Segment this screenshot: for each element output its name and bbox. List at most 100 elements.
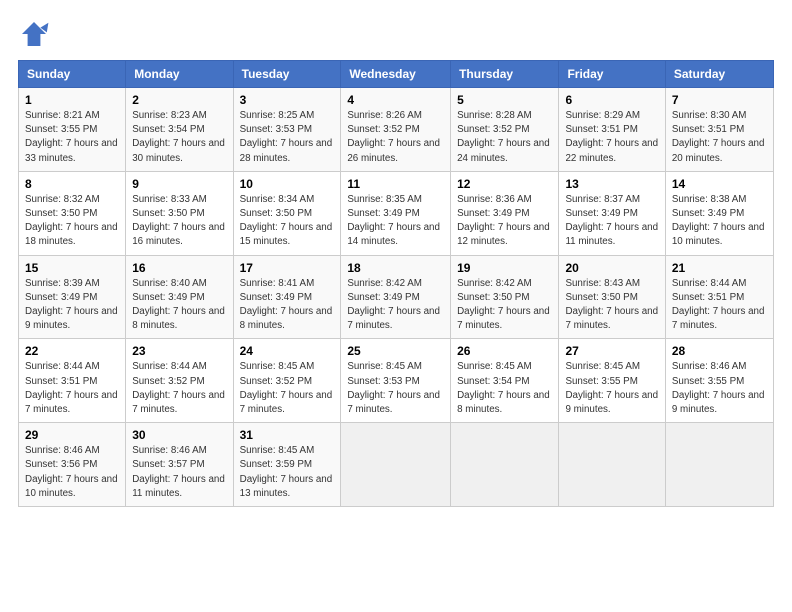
calendar-cell: 12Sunrise: 8:36 AMSunset: 3:49 PMDayligh… bbox=[451, 171, 559, 255]
calendar-cell: 5Sunrise: 8:28 AMSunset: 3:52 PMDaylight… bbox=[451, 88, 559, 172]
calendar-cell: 13 Sunrise: 8:37 AMSunset: 3:49 PMDayligh… bbox=[559, 171, 665, 255]
day-detail: Sunrise: 8:41 AMSunset: 3:49 PMDaylight:… bbox=[240, 278, 333, 332]
day-number: 26 bbox=[457, 344, 552, 358]
calendar-cell: 22 Sunrise: 8:44 AMSunset: 3:51 PMDayligh… bbox=[19, 339, 126, 423]
day-number: 15 bbox=[25, 261, 119, 275]
weekday-monday: Monday bbox=[126, 61, 233, 88]
day-number: 22 bbox=[25, 344, 119, 358]
calendar-cell: 8 Sunrise: 8:32 AMSunset: 3:50 PMDaylight… bbox=[19, 171, 126, 255]
day-number: 25 bbox=[347, 344, 444, 358]
day-number: 18 bbox=[347, 261, 444, 275]
day-detail: Sunrise: 8:26 AMSunset: 3:52 PMDaylight:… bbox=[347, 110, 440, 164]
calendar-cell: 7Sunrise: 8:30 AMSunset: 3:51 PMDaylight… bbox=[665, 88, 773, 172]
day-number: 11 bbox=[347, 177, 444, 191]
calendar-cell: 21 Sunrise: 8:44 AMSunset: 3:51 PMDayligh… bbox=[665, 255, 773, 339]
calendar-cell: 4 Sunrise: 8:26 AMSunset: 3:52 PMDaylight… bbox=[341, 88, 451, 172]
calendar-cell: 24 Sunrise: 8:45 AMSunset: 3:52 PMDayligh… bbox=[233, 339, 341, 423]
weekday-header-row: SundayMondayTuesdayWednesdayThursdayFrid… bbox=[19, 61, 774, 88]
day-number: 23 bbox=[132, 344, 226, 358]
calendar-cell: 26 Sunrise: 8:45 AMSunset: 3:54 PMDayligh… bbox=[451, 339, 559, 423]
day-number: 20 bbox=[565, 261, 658, 275]
weekday-thursday: Thursday bbox=[451, 61, 559, 88]
calendar-cell: 2 Sunrise: 8:23 AMSunset: 3:54 PMDaylight… bbox=[126, 88, 233, 172]
day-detail: Sunrise: 8:38 AMSunset: 3:49 PMDaylight:… bbox=[672, 194, 765, 248]
day-number: 16 bbox=[132, 261, 226, 275]
day-number: 9 bbox=[132, 177, 226, 191]
calendar-cell: 15 Sunrise: 8:39 AMSunset: 3:49 PMDayligh… bbox=[19, 255, 126, 339]
day-detail: Sunrise: 8:44 AMSunset: 3:51 PMDaylight:… bbox=[672, 278, 765, 332]
weekday-saturday: Saturday bbox=[665, 61, 773, 88]
day-number: 12 bbox=[457, 177, 552, 191]
day-number: 2 bbox=[132, 93, 226, 107]
calendar-cell: 29 Sunrise: 8:46 AMSunset: 3:56 PMDayligh… bbox=[19, 423, 126, 507]
day-detail: Sunrise: 8:44 AMSunset: 3:52 PMDaylight:… bbox=[132, 361, 225, 415]
day-detail: Sunrise: 8:46 AMSunset: 3:55 PMDaylight:… bbox=[672, 361, 765, 415]
week-row-4: 22 Sunrise: 8:44 AMSunset: 3:51 PMDayligh… bbox=[19, 339, 774, 423]
week-row-5: 29 Sunrise: 8:46 AMSunset: 3:56 PMDayligh… bbox=[19, 423, 774, 507]
header bbox=[18, 18, 774, 50]
day-detail: Sunrise: 8:45 AMSunset: 3:52 PMDaylight:… bbox=[240, 361, 333, 415]
day-detail: Sunrise: 8:45 AMSunset: 3:59 PMDaylight:… bbox=[240, 445, 333, 499]
day-detail: Sunrise: 8:42 AMSunset: 3:50 PMDaylight:… bbox=[457, 278, 550, 332]
day-number: 14 bbox=[672, 177, 767, 191]
day-detail: Sunrise: 8:25 AMSunset: 3:53 PMDaylight:… bbox=[240, 110, 333, 164]
day-number: 19 bbox=[457, 261, 552, 275]
day-detail: Sunrise: 8:39 AMSunset: 3:49 PMDaylight:… bbox=[25, 278, 118, 332]
day-number: 29 bbox=[25, 428, 119, 442]
day-detail: Sunrise: 8:23 AMSunset: 3:54 PMDaylight:… bbox=[132, 110, 225, 164]
day-detail: Sunrise: 8:32 AMSunset: 3:50 PMDaylight:… bbox=[25, 194, 118, 248]
calendar-cell bbox=[341, 423, 451, 507]
calendar-cell: 10 Sunrise: 8:34 AMSunset: 3:50 PMDayligh… bbox=[233, 171, 341, 255]
week-row-3: 15 Sunrise: 8:39 AMSunset: 3:49 PMDayligh… bbox=[19, 255, 774, 339]
day-number: 31 bbox=[240, 428, 335, 442]
day-number: 21 bbox=[672, 261, 767, 275]
day-detail: Sunrise: 8:45 AMSunset: 3:55 PMDaylight:… bbox=[565, 361, 658, 415]
day-number: 30 bbox=[132, 428, 226, 442]
day-detail: Sunrise: 8:46 AMSunset: 3:56 PMDaylight:… bbox=[25, 445, 118, 499]
day-number: 17 bbox=[240, 261, 335, 275]
day-number: 7 bbox=[672, 93, 767, 107]
calendar-cell: 6Sunrise: 8:29 AMSunset: 3:51 PMDaylight… bbox=[559, 88, 665, 172]
day-number: 27 bbox=[565, 344, 658, 358]
calendar-cell: 28 Sunrise: 8:46 AMSunset: 3:55 PMDayligh… bbox=[665, 339, 773, 423]
day-detail: Sunrise: 8:44 AMSunset: 3:51 PMDaylight:… bbox=[25, 361, 118, 415]
day-detail: Sunrise: 8:34 AMSunset: 3:50 PMDaylight:… bbox=[240, 194, 333, 248]
day-detail: Sunrise: 8:35 AMSunset: 3:49 PMDaylight:… bbox=[347, 194, 440, 248]
day-detail: Sunrise: 8:37 AMSunset: 3:49 PMDaylight:… bbox=[565, 194, 658, 248]
day-detail: Sunrise: 8:43 AMSunset: 3:50 PMDaylight:… bbox=[565, 278, 658, 332]
day-detail: Sunrise: 8:46 AMSunset: 3:57 PMDaylight:… bbox=[132, 445, 225, 499]
day-number: 1 bbox=[25, 93, 119, 107]
weekday-friday: Friday bbox=[559, 61, 665, 88]
calendar-table: SundayMondayTuesdayWednesdayThursdayFrid… bbox=[18, 60, 774, 507]
calendar-cell: 30 Sunrise: 8:46 AMSunset: 3:57 PMDayligh… bbox=[126, 423, 233, 507]
day-detail: Sunrise: 8:21 AMSunset: 3:55 PMDaylight:… bbox=[25, 110, 118, 164]
day-detail: Sunrise: 8:33 AMSunset: 3:50 PMDaylight:… bbox=[132, 194, 225, 248]
day-detail: Sunrise: 8:29 AMSunset: 3:51 PMDaylight:… bbox=[565, 110, 658, 164]
calendar-cell: 27 Sunrise: 8:45 AMSunset: 3:55 PMDayligh… bbox=[559, 339, 665, 423]
day-number: 13 bbox=[565, 177, 658, 191]
page: SundayMondayTuesdayWednesdayThursdayFrid… bbox=[0, 0, 792, 612]
day-detail: Sunrise: 8:45 AMSunset: 3:53 PMDaylight:… bbox=[347, 361, 440, 415]
day-number: 8 bbox=[25, 177, 119, 191]
calendar-cell: 1 Sunrise: 8:21 AMSunset: 3:55 PMDaylight… bbox=[19, 88, 126, 172]
day-number: 24 bbox=[240, 344, 335, 358]
weekday-tuesday: Tuesday bbox=[233, 61, 341, 88]
calendar-cell bbox=[665, 423, 773, 507]
day-number: 28 bbox=[672, 344, 767, 358]
calendar-cell: 25 Sunrise: 8:45 AMSunset: 3:53 PMDayligh… bbox=[341, 339, 451, 423]
day-detail: Sunrise: 8:40 AMSunset: 3:49 PMDaylight:… bbox=[132, 278, 225, 332]
day-number: 3 bbox=[240, 93, 335, 107]
calendar-cell: 23 Sunrise: 8:44 AMSunset: 3:52 PMDayligh… bbox=[126, 339, 233, 423]
calendar-cell: 17 Sunrise: 8:41 AMSunset: 3:49 PMDayligh… bbox=[233, 255, 341, 339]
weekday-wednesday: Wednesday bbox=[341, 61, 451, 88]
day-number: 10 bbox=[240, 177, 335, 191]
day-detail: Sunrise: 8:42 AMSunset: 3:49 PMDaylight:… bbox=[347, 278, 440, 332]
day-detail: Sunrise: 8:45 AMSunset: 3:54 PMDaylight:… bbox=[457, 361, 550, 415]
calendar-cell: 3 Sunrise: 8:25 AMSunset: 3:53 PMDaylight… bbox=[233, 88, 341, 172]
week-row-1: 1 Sunrise: 8:21 AMSunset: 3:55 PMDaylight… bbox=[19, 88, 774, 172]
calendar-cell: 19 Sunrise: 8:42 AMSunset: 3:50 PMDayligh… bbox=[451, 255, 559, 339]
calendar-cell: 18 Sunrise: 8:42 AMSunset: 3:49 PMDayligh… bbox=[341, 255, 451, 339]
day-detail: Sunrise: 8:28 AMSunset: 3:52 PMDaylight:… bbox=[457, 110, 550, 164]
calendar-cell bbox=[559, 423, 665, 507]
day-number: 4 bbox=[347, 93, 444, 107]
